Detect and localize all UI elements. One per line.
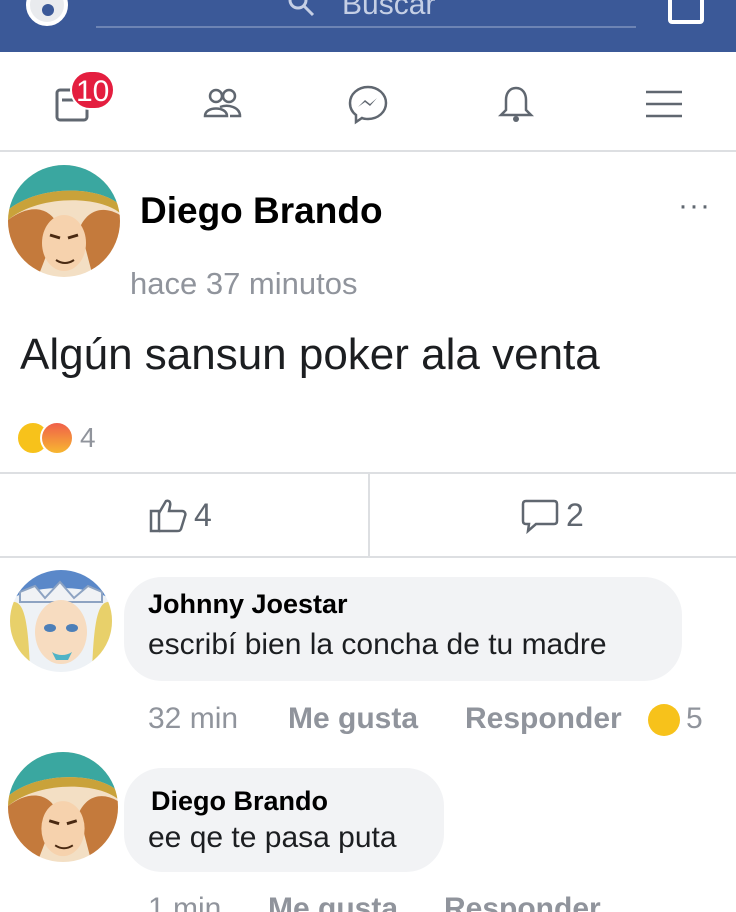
post-text: Algún sansun poker ala venta [20,330,600,379]
comment-text: escribí bien la concha de tu madre [148,628,607,661]
action-bar: 4 2 [0,474,736,556]
comment-time: 1 min [148,892,222,912]
comment-author[interactable]: Diego Brando [151,786,328,817]
nav-bar: 10 [0,52,736,152]
comment-author[interactable]: Johnny Joestar [148,589,348,620]
top-bar: Buscar [0,0,736,52]
notification-badge: 10 [70,70,116,110]
post-timestamp[interactable]: hace 37 minutos [130,266,357,302]
reaction-count: 4 [80,422,96,453]
comment-text: ee qe te pasa puta [148,821,397,854]
bell-icon[interactable] [494,82,538,126]
more-options-button[interactable]: ··· [678,191,711,221]
comment-bubble[interactable] [124,768,444,872]
search-input[interactable]: Buscar [96,0,636,28]
comment-button[interactable]: 2 [520,474,584,556]
angry-emoji-icon [40,421,74,455]
reaction-summary[interactable]: 4 [16,420,96,456]
comment-reply-button[interactable]: Responder [465,702,622,736]
comment-icon [521,499,559,535]
divider [0,556,736,558]
haha-emoji-icon [648,704,680,736]
compose-icon[interactable] [668,0,704,24]
comment-like-button[interactable]: Me gusta [268,892,398,912]
friends-icon[interactable] [200,82,244,126]
comment-reaction-count[interactable]: 5 [686,702,703,736]
avatar[interactable] [8,165,120,277]
search-icon [288,0,315,17]
profile-icon[interactable] [26,0,68,26]
avatar[interactable] [10,570,112,672]
like-count: 4 [194,496,212,533]
post-author[interactable]: Diego Brando [140,190,383,232]
menu-icon[interactable] [642,82,686,126]
divider [368,474,370,556]
avatar[interactable] [8,752,118,862]
comment-reply-button[interactable]: Responder [444,892,601,912]
comment-count: 2 [566,496,584,533]
comment-time: 32 min [148,702,239,735]
search-placeholder: Buscar [342,0,436,21]
like-icon [149,499,187,533]
messenger-icon[interactable] [346,82,390,126]
like-button[interactable]: 4 [148,474,212,556]
comment-like-button[interactable]: Me gusta [288,702,418,736]
